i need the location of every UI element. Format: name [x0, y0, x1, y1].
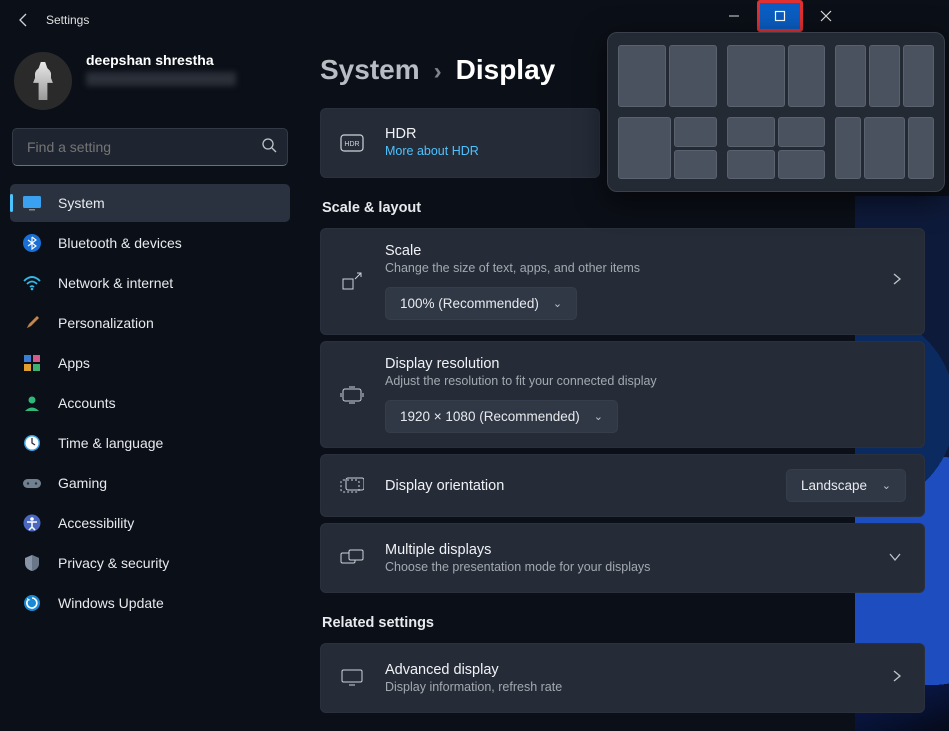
- nav-item-accessibility[interactable]: Accessibility: [10, 504, 290, 542]
- resolution-card[interactable]: Display resolution Adjust the resolution…: [320, 341, 925, 448]
- nav-item-privacy[interactable]: Privacy & security: [10, 544, 290, 582]
- orientation-value: Landscape: [801, 478, 867, 493]
- resolution-title: Display resolution: [385, 356, 906, 372]
- multiple-displays-card[interactable]: Multiple displays Choose the presentatio…: [320, 523, 925, 593]
- snap-layout-2col-even[interactable]: [618, 45, 717, 107]
- nav-item-system[interactable]: System: [10, 184, 290, 222]
- accessibility-icon: [22, 513, 42, 533]
- gamepad-icon: [22, 473, 42, 493]
- hdr-link[interactable]: More about HDR: [385, 144, 479, 158]
- multiple-title: Multiple displays: [385, 542, 864, 558]
- nav-item-network[interactable]: Network & internet: [10, 264, 290, 302]
- nav-label: Windows Update: [58, 595, 164, 611]
- chevron-down-icon: ⌄: [594, 410, 603, 423]
- nav-label: Privacy & security: [58, 555, 169, 571]
- snap-layout-left-stack[interactable]: [618, 117, 717, 179]
- scale-dropdown[interactable]: 100% (Recommended) ⌄: [385, 287, 577, 320]
- update-icon: [22, 593, 42, 613]
- nav-label: Accounts: [58, 395, 116, 411]
- back-button[interactable]: [8, 4, 40, 36]
- section-scale-layout: Scale & layout: [322, 200, 925, 216]
- nav-label: Network & internet: [58, 275, 173, 291]
- wifi-icon: [22, 273, 42, 293]
- resolution-icon: [339, 386, 365, 404]
- snap-layout-3col-center-wide[interactable]: [835, 117, 934, 179]
- multiple-displays-icon: [339, 549, 365, 567]
- breadcrumb-separator: ›: [434, 58, 442, 86]
- nav-list: System Bluetooth & devices Network & int…: [10, 184, 290, 622]
- nav-label: Accessibility: [58, 515, 134, 531]
- nav-item-gaming[interactable]: Gaming: [10, 464, 290, 502]
- apps-icon: [22, 353, 42, 373]
- nav-item-windows-update[interactable]: Windows Update: [10, 584, 290, 622]
- scale-value: 100% (Recommended): [400, 296, 539, 311]
- person-icon: [22, 393, 42, 413]
- hdr-card[interactable]: HDR HDR More about HDR: [320, 108, 600, 178]
- nav-label: Apps: [58, 355, 90, 371]
- search-box[interactable]: [12, 128, 288, 166]
- chevron-down-icon: ⌄: [553, 297, 562, 310]
- resolution-sub: Adjust the resolution to fit your connec…: [385, 374, 906, 388]
- monitor-icon: [339, 669, 365, 687]
- advanced-sub: Display information, refresh rate: [385, 680, 868, 694]
- nav-item-personalization[interactable]: Personalization: [10, 304, 290, 342]
- minimize-button[interactable]: [711, 0, 757, 32]
- chevron-right-icon: [888, 669, 906, 688]
- profile-name: deepshan shrestha: [86, 52, 236, 68]
- sidebar: deepshan shrestha System Bluetooth & dev…: [0, 40, 300, 731]
- chevron-down-icon: [884, 549, 906, 567]
- profile-email-redacted: [86, 72, 236, 86]
- avatar: [14, 52, 72, 110]
- svg-text:HDR: HDR: [344, 141, 359, 148]
- hdr-title: HDR: [385, 126, 581, 142]
- nav-label: Time & language: [58, 435, 163, 451]
- nav-label: Bluetooth & devices: [58, 235, 182, 251]
- snap-layout-4quad[interactable]: [727, 117, 826, 179]
- snap-layout-3col[interactable]: [835, 45, 934, 107]
- nav-item-time-language[interactable]: Time & language: [10, 424, 290, 462]
- profile-block[interactable]: deepshan shrestha: [10, 48, 290, 128]
- snap-layout-flyout: [607, 32, 945, 192]
- nav-label: Personalization: [58, 315, 154, 331]
- nav-item-apps[interactable]: Apps: [10, 344, 290, 382]
- scale-sub: Change the size of text, apps, and other…: [385, 261, 868, 275]
- nav-item-accounts[interactable]: Accounts: [10, 384, 290, 422]
- scale-title: Scale: [385, 243, 868, 259]
- snap-layout-2col-left-wide[interactable]: [727, 45, 826, 107]
- close-button[interactable]: [803, 0, 849, 32]
- breadcrumb-current: Display: [456, 54, 556, 86]
- scale-card[interactable]: Scale Change the size of text, apps, and…: [320, 228, 925, 335]
- system-icon: [22, 193, 42, 213]
- advanced-title: Advanced display: [385, 662, 868, 678]
- nav-item-bluetooth[interactable]: Bluetooth & devices: [10, 224, 290, 262]
- shield-icon: [22, 553, 42, 573]
- chevron-down-icon: ⌄: [882, 479, 891, 492]
- brush-icon: [22, 313, 42, 333]
- chevron-right-icon: [888, 272, 906, 291]
- maximize-button[interactable]: [757, 0, 803, 32]
- section-related: Related settings: [322, 615, 925, 631]
- multiple-sub: Choose the presentation mode for your di…: [385, 560, 864, 574]
- orientation-icon: [339, 477, 365, 495]
- scale-icon: [339, 271, 365, 293]
- nav-label: Gaming: [58, 475, 107, 491]
- window-controls: [711, 0, 849, 32]
- resolution-value: 1920 × 1080 (Recommended): [400, 409, 580, 424]
- clock-icon: [22, 433, 42, 453]
- search-input[interactable]: [27, 139, 261, 155]
- app-title: Settings: [46, 13, 89, 27]
- orientation-card[interactable]: Display orientation Landscape ⌄: [320, 454, 925, 517]
- search-icon: [261, 137, 277, 158]
- breadcrumb-root[interactable]: System: [320, 54, 420, 86]
- resolution-dropdown[interactable]: 1920 × 1080 (Recommended) ⌄: [385, 400, 618, 433]
- bluetooth-icon: [22, 233, 42, 253]
- orientation-dropdown[interactable]: Landscape ⌄: [786, 469, 906, 502]
- nav-label: System: [58, 195, 105, 211]
- advanced-display-card[interactable]: Advanced display Display information, re…: [320, 643, 925, 713]
- hdr-icon: HDR: [339, 134, 365, 152]
- orientation-title: Display orientation: [385, 478, 766, 494]
